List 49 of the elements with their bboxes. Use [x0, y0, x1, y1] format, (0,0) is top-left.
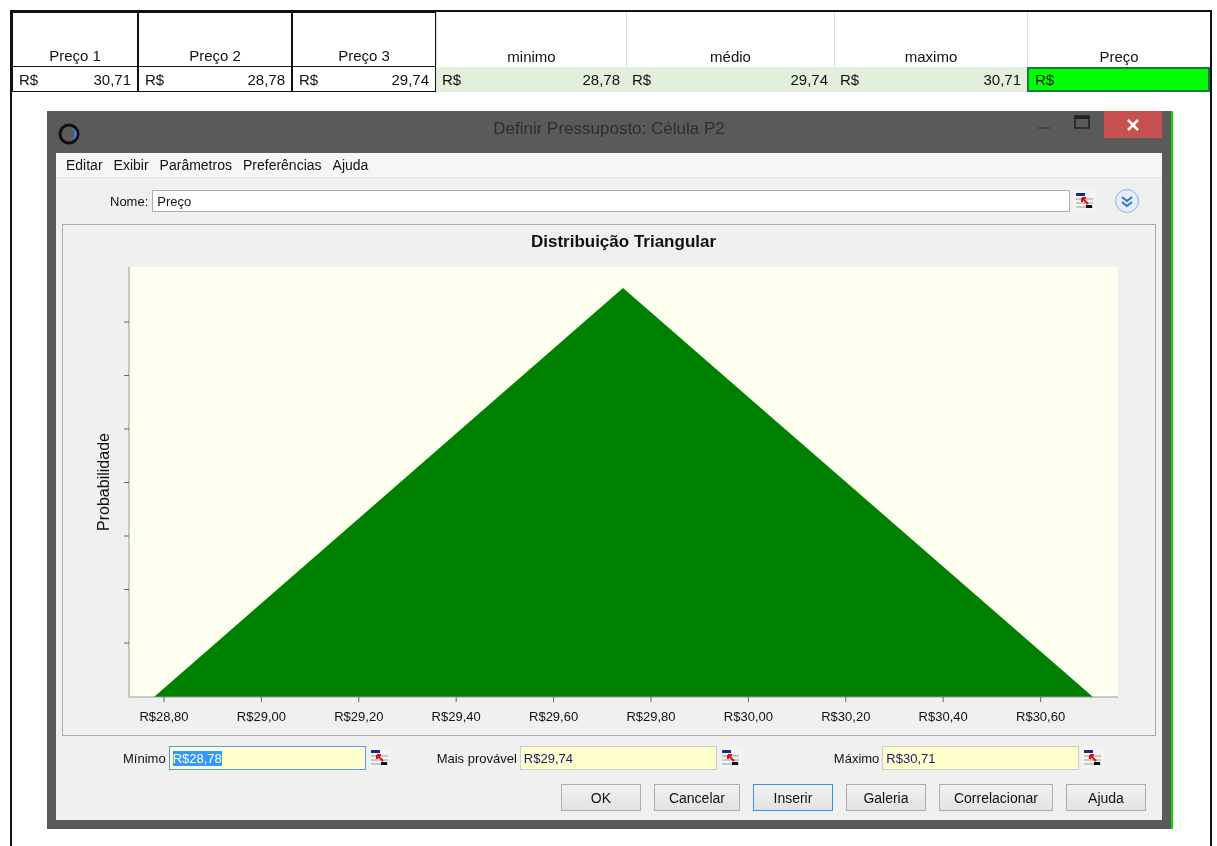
- cell-picker-icon[interactable]: [368, 747, 391, 769]
- cell-picker-icon[interactable]: [719, 747, 742, 769]
- parameter-field[interactable]: R$29,74: [519, 746, 717, 770]
- dialog-button[interactable]: Ajuda: [1066, 784, 1146, 811]
- table-cell: R$ 28,78: [436, 67, 626, 92]
- table-cell: R$ 29,74: [626, 67, 834, 92]
- maximize-icon: [1074, 115, 1090, 129]
- menu-item[interactable]: Preferências: [240, 157, 331, 173]
- dialog-button[interactable]: OK: [560, 784, 641, 811]
- dialog-button[interactable]: Cancelar: [653, 784, 740, 811]
- dialog-button[interactable]: Galeria: [845, 784, 926, 811]
- menu-item[interactable]: Exibir: [111, 157, 158, 173]
- close-button[interactable]: [1104, 111, 1162, 138]
- table-cell: R$ 30,71: [834, 67, 1027, 92]
- x-tick-label: R$30,40: [918, 709, 968, 724]
- x-tick-label: R$29,40: [431, 709, 481, 724]
- menu-item[interactable]: Editar: [64, 157, 112, 173]
- x-tick-label: R$29,60: [529, 709, 579, 724]
- table-cell: R$: [1027, 67, 1210, 92]
- table-cell: R$ 29,74: [292, 67, 436, 92]
- table-cell: R$ 30,71: [12, 67, 138, 92]
- x-tick-label: R$28,80: [139, 709, 189, 724]
- chart-title: Distribuição Triangular: [530, 232, 717, 251]
- parameter-label: Máximo: [833, 750, 880, 766]
- cell-picker-icon[interactable]: [1082, 747, 1105, 769]
- parameter-label: Mais provável: [436, 750, 517, 766]
- column-header: Preço 1: [12, 12, 138, 67]
- x-tick-label: R$29,80: [626, 709, 676, 724]
- x-tick-label: R$30,00: [723, 709, 773, 724]
- name-label: Nome:: [110, 193, 149, 209]
- x-tick-label: R$29,20: [334, 709, 384, 724]
- expand-icon[interactable]: [1114, 188, 1141, 214]
- dialog-button[interactable]: Correlacionar: [938, 784, 1053, 811]
- x-tick-label: R$30,20: [821, 709, 871, 724]
- y-axis-label: Probabilidade: [95, 433, 112, 531]
- menu-item[interactable]: Parâmetros: [157, 157, 241, 173]
- table-cell: R$ 28,78: [138, 67, 292, 92]
- cell-picker-icon[interactable]: [1074, 190, 1097, 212]
- dialog-button[interactable]: Inserir: [752, 784, 833, 811]
- column-header: Preço 2: [138, 12, 292, 67]
- x-tick-label: R$30,60: [1016, 709, 1066, 724]
- menu-item[interactable]: Ajuda: [330, 157, 378, 173]
- column-header: Preço 3: [292, 12, 436, 67]
- parameter-label: Mínimo: [123, 750, 166, 766]
- app-logo-icon: [58, 123, 80, 145]
- name-field[interactable]: Preço: [152, 190, 1071, 212]
- x-tick-label: R$29,00: [236, 709, 286, 724]
- close-icon: [1127, 118, 1139, 131]
- parameter-field[interactable]: R$30,71: [882, 746, 1080, 770]
